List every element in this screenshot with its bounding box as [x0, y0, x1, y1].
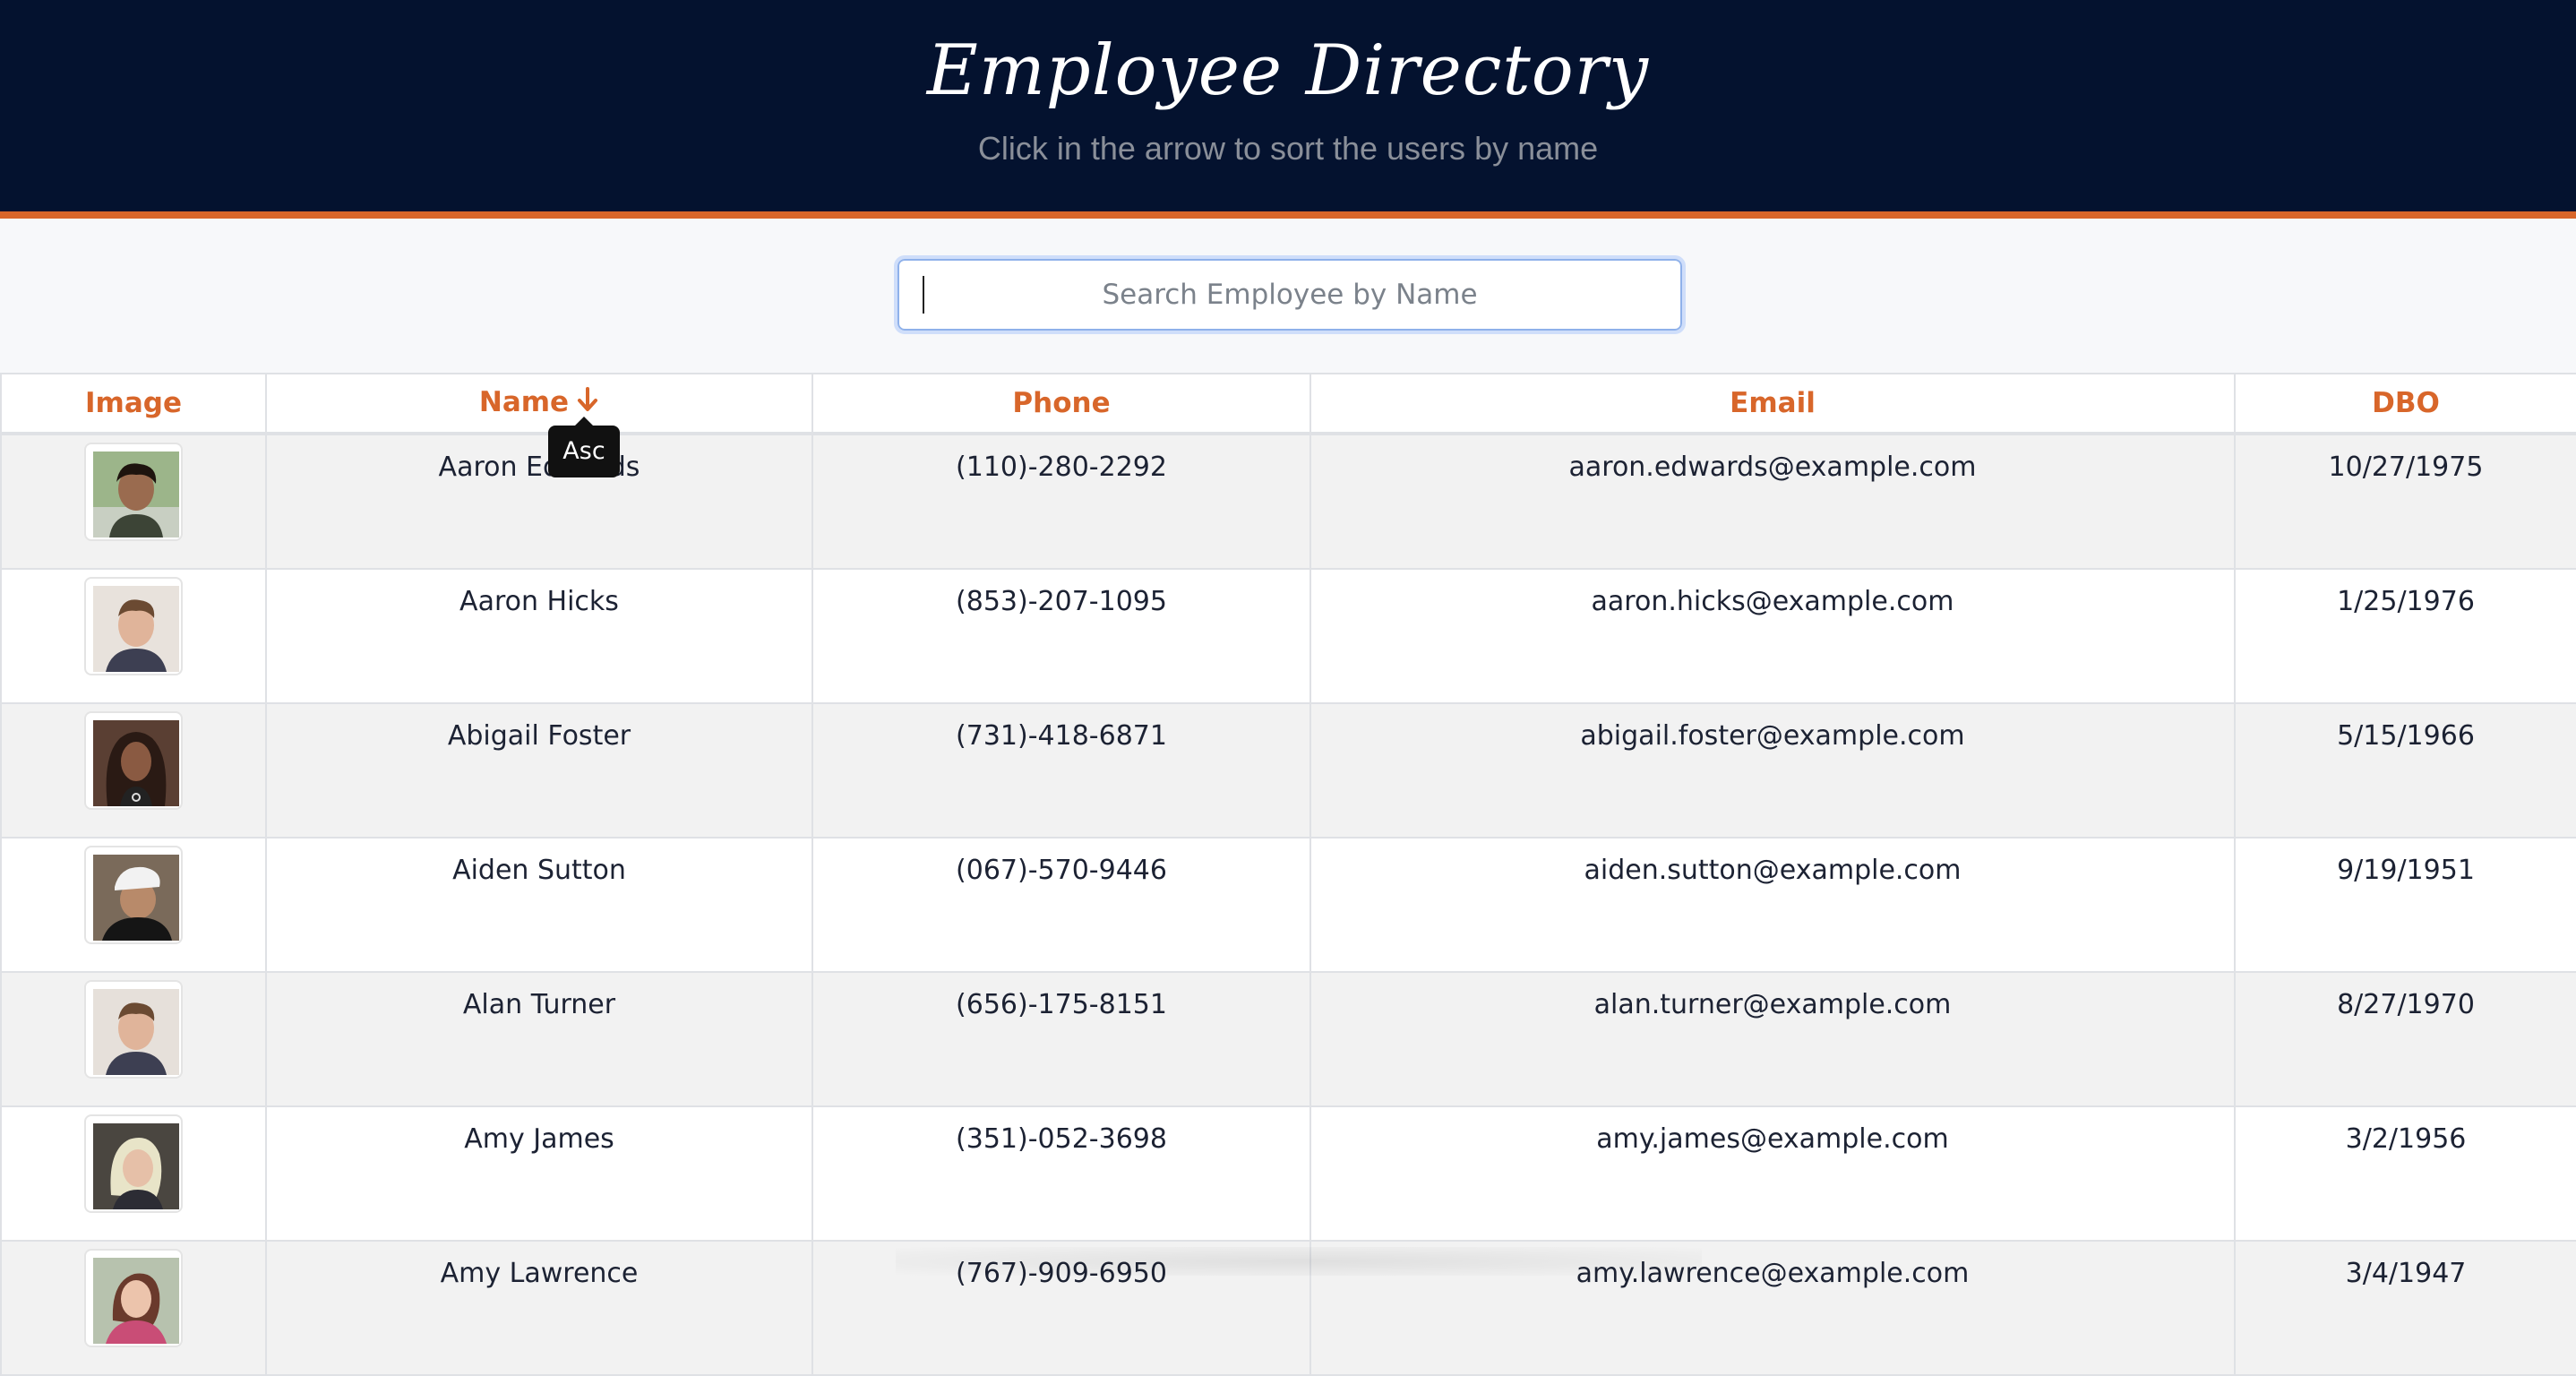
- table-row: Alan Turner (656)-175-8151 alan.turner@e…: [0, 971, 2576, 1107]
- table-row: Aaron Edwards (110)-280-2292 aaron.edwar…: [0, 433, 2576, 570]
- dob-cell: 3/2/1956: [2234, 1105, 2576, 1242]
- image-cell: [0, 1105, 267, 1242]
- name-cell: Aaron Edwards: [265, 433, 813, 570]
- name-cell: Aaron Hicks: [265, 568, 813, 704]
- avatar: [86, 444, 181, 539]
- table-row: Aiden Sutton (067)-570-9446 aiden.sutton…: [0, 837, 2576, 973]
- email-cell: amy.james@example.com: [1309, 1105, 2236, 1242]
- email-cell: abigail.foster@example.com: [1309, 702, 2236, 838]
- table-header-row: Image Name Phone Email DBO: [0, 373, 2576, 434]
- avatar: [86, 847, 181, 942]
- email-cell: aaron.hicks@example.com: [1309, 568, 2236, 704]
- phone-cell: (067)-570-9446: [811, 837, 1311, 973]
- column-header-image: Image: [0, 373, 267, 434]
- column-header-name-label: Name: [478, 385, 570, 418]
- name-cell: Aiden Sutton: [265, 837, 813, 973]
- image-cell: [0, 1240, 267, 1376]
- page-title: Employee Directory: [926, 30, 1650, 111]
- email-cell: aaron.edwards@example.com: [1309, 433, 2236, 570]
- table-row: Amy Lawrence (767)-909-6950 amy.lawrence…: [0, 1240, 2576, 1376]
- phone-cell: (656)-175-8151: [811, 971, 1311, 1107]
- dob-cell: 3/4/1947: [2234, 1240, 2576, 1376]
- name-cell: Alan Turner: [265, 971, 813, 1107]
- avatar: [86, 1251, 181, 1346]
- image-cell: [0, 568, 267, 704]
- table-row: Amy James (351)-052-3698 amy.james@examp…: [0, 1105, 2576, 1242]
- phone-cell: (351)-052-3698: [811, 1105, 1311, 1242]
- name-cell: Amy James: [265, 1105, 813, 1242]
- dob-cell: 10/27/1975: [2234, 433, 2576, 570]
- sort-tooltip: Asc: [548, 417, 620, 477]
- column-header-name[interactable]: Name: [265, 373, 813, 434]
- phone-cell: (731)-418-6871: [811, 702, 1311, 838]
- table-row: Abigail Foster (731)-418-6871 abigail.fo…: [0, 702, 2576, 838]
- phone-cell: (767)-909-6950: [811, 1240, 1311, 1376]
- avatar: [86, 579, 181, 674]
- dob-cell: 8/27/1970: [2234, 971, 2576, 1107]
- dob-cell: 1/25/1976: [2234, 568, 2576, 704]
- column-header-dbo: DBO: [2234, 373, 2576, 434]
- page-header: Employee Directory Click in the arrow to…: [0, 0, 2576, 219]
- text-caret: [923, 276, 924, 314]
- search-input[interactable]: [894, 255, 1686, 334]
- name-cell: Abigail Foster: [265, 702, 813, 838]
- email-cell: amy.lawrence@example.com: [1309, 1240, 2236, 1376]
- search-container: [894, 255, 1686, 334]
- image-cell: [0, 971, 267, 1107]
- page-subtitle: Click in the arrow to sort the users by …: [977, 130, 1599, 167]
- dob-cell: 9/19/1951: [2234, 837, 2576, 973]
- image-cell: [0, 433, 267, 570]
- column-header-email: Email: [1309, 373, 2236, 434]
- dob-cell: 5/15/1966: [2234, 702, 2576, 838]
- avatar: [86, 1116, 181, 1211]
- arrow-down-icon[interactable]: [576, 386, 599, 420]
- table-row: Aaron Hicks (853)-207-1095 aaron.hicks@e…: [0, 568, 2576, 704]
- image-cell: [0, 702, 267, 838]
- phone-cell: (853)-207-1095: [811, 568, 1311, 704]
- employee-table: Image Name Phone Email DBO Aaron Edwards…: [0, 373, 2576, 1376]
- image-cell: [0, 837, 267, 973]
- email-cell: aiden.sutton@example.com: [1309, 837, 2236, 973]
- avatar: [86, 982, 181, 1077]
- phone-cell: (110)-280-2292: [811, 433, 1311, 570]
- email-cell: alan.turner@example.com: [1309, 971, 2236, 1107]
- column-header-phone: Phone: [811, 373, 1311, 434]
- name-cell: Amy Lawrence: [265, 1240, 813, 1376]
- avatar: [86, 713, 181, 808]
